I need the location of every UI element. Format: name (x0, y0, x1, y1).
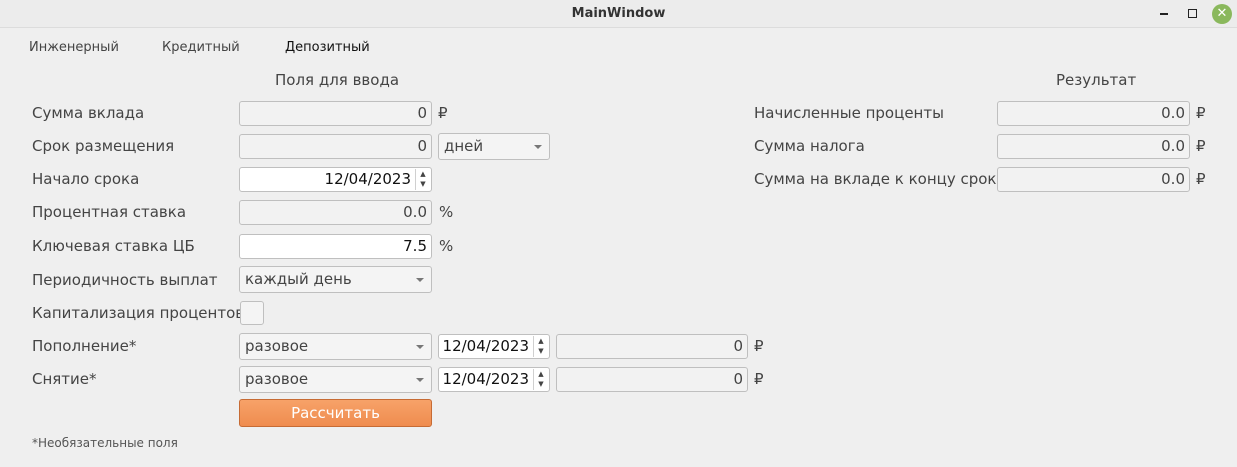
withdrawal-type-value: разовое (245, 370, 309, 388)
tax-amount-output: 0.0 (997, 134, 1190, 159)
date-spin-icon[interactable]: ▲ ▼ (533, 369, 548, 390)
interest-rate-label: Процентная ставка (32, 203, 187, 221)
term-label: Срок размещения (32, 137, 175, 155)
replenishment-amount-unit: ₽ (754, 337, 764, 355)
date-spin-icon[interactable]: ▲ ▼ (533, 336, 548, 357)
payment-frequency-value: каждый день (245, 270, 352, 288)
final-amount-output: 0.0 (997, 167, 1190, 192)
payment-frequency-select[interactable]: каждый день (239, 266, 432, 293)
deposit-amount-input[interactable]: 0 (239, 101, 432, 126)
accrued-interest-label: Начисленные проценты (754, 104, 944, 122)
withdrawal-type-select[interactable]: разовое (239, 366, 432, 393)
key-rate-label: Ключевая ставка ЦБ (32, 237, 195, 255)
chevron-down-icon (416, 278, 424, 282)
replenishment-label: Пополнение* (32, 337, 137, 355)
capitalization-checkbox[interactable] (240, 301, 264, 325)
title-bar: MainWindow ✕ (0, 0, 1237, 28)
chevron-down-icon (416, 345, 424, 349)
start-date-input[interactable]: 12/04/2023 ▲ ▼ (239, 167, 432, 192)
replenishment-type-value: разовое (245, 337, 309, 355)
replenishment-date-input[interactable]: 12/04/2023 ▲ ▼ (438, 334, 550, 359)
tax-amount-label: Сумма налога (754, 137, 865, 155)
withdrawal-amount-unit: ₽ (754, 370, 764, 388)
interest-rate-unit: % (439, 203, 454, 221)
start-date-value: 12/04/2023 (324, 170, 411, 188)
final-amount-label: Сумма на вкладе к концу срока (754, 170, 1006, 188)
final-amount-unit: ₽ (1196, 170, 1206, 188)
withdrawal-date-input[interactable]: 12/04/2023 ▲ ▼ (438, 367, 550, 392)
withdrawal-date-value: 12/04/2023 (442, 370, 529, 388)
deposit-amount-unit: ₽ (438, 104, 448, 122)
tax-amount-unit: ₽ (1196, 137, 1206, 155)
term-input[interactable]: 0 (239, 134, 432, 159)
tab-deposit[interactable]: Депозитный (285, 40, 370, 55)
chevron-down-icon (534, 145, 542, 149)
window-title: MainWindow (571, 6, 666, 21)
withdrawal-label: Снятие* (32, 370, 97, 388)
accrued-interest-unit: ₽ (1196, 104, 1206, 122)
replenishment-date-value: 12/04/2023 (442, 337, 529, 355)
maximize-icon[interactable] (1182, 4, 1202, 24)
term-unit-select[interactable]: дней (438, 133, 550, 160)
input-section-title: Поля для ввода (275, 71, 400, 89)
payment-frequency-label: Периодичность выплат (32, 271, 218, 289)
withdrawal-amount-input[interactable]: 0 (556, 367, 748, 392)
date-spin-icon[interactable]: ▲ ▼ (415, 169, 430, 190)
key-rate-unit: % (439, 237, 454, 255)
accrued-interest-output: 0.0 (997, 101, 1190, 126)
interest-rate-input[interactable]: 0.0 (239, 200, 432, 225)
minimize-icon[interactable] (1154, 4, 1174, 24)
close-icon[interactable]: ✕ (1212, 4, 1232, 24)
capitalization-label: Капитализация процентов (32, 304, 245, 322)
result-section-title: Результат (1056, 71, 1137, 89)
replenishment-amount-input[interactable]: 0 (556, 334, 748, 359)
term-unit-value: дней (444, 137, 484, 155)
calculate-button[interactable]: Рассчитать (239, 399, 432, 427)
start-date-label: Начало срока (32, 170, 140, 188)
key-rate-input[interactable]: 7.5 (239, 234, 432, 259)
tab-engineering[interactable]: Инженерный (29, 40, 119, 55)
tab-credit[interactable]: Кредитный (162, 40, 240, 55)
replenishment-type-select[interactable]: разовое (239, 333, 432, 360)
optional-fields-note: *Необязательные поля (32, 436, 178, 450)
chevron-down-icon (416, 378, 424, 382)
deposit-amount-label: Сумма вклада (32, 104, 145, 122)
